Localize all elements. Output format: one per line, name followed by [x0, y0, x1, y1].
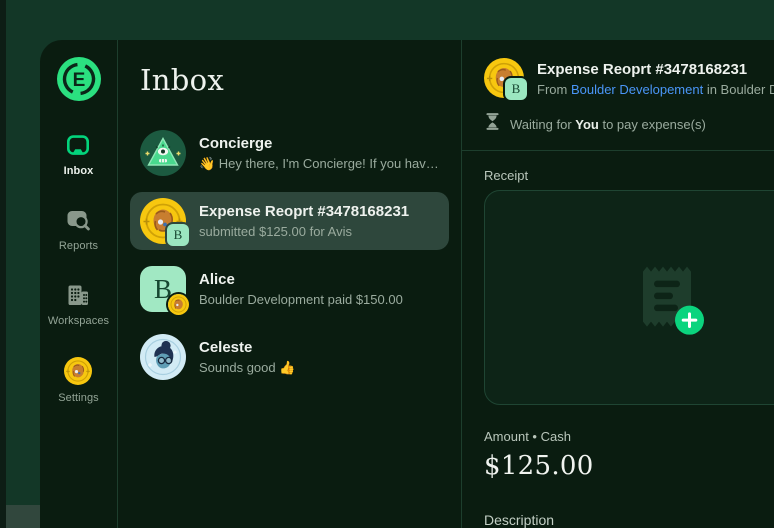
from-text: From	[537, 82, 571, 97]
receipt-icon	[642, 263, 704, 335]
sidebar-item-reports[interactable]: Reports	[59, 207, 98, 252]
alice-workspace-avatar: B	[140, 266, 189, 315]
chat-text: Celeste Sounds good 👍	[199, 338, 295, 377]
inbox-panel: Inbox Concierge 👋 Hey there, I'm Concier…	[118, 40, 462, 528]
in-text: in	[703, 82, 721, 97]
chat-row-concierge[interactable]: Concierge 👋 Hey there, I'm Concierge! If…	[130, 124, 449, 182]
sidebar-item-label: Inbox	[63, 165, 94, 177]
report-avatar: B	[484, 58, 527, 100]
chat-text: Expense Reoprt #3478168231 submitted $12…	[199, 202, 409, 241]
workspace-name-text: Boulder Developement	[720, 82, 774, 97]
receipt-label: Receipt	[484, 168, 529, 183]
chat-text: Alice Boulder Development paid $150.00	[199, 270, 403, 309]
status-prefix: Waiting for	[510, 116, 576, 132]
settings-avatar	[64, 357, 93, 385]
concierge-avatar	[140, 130, 186, 176]
sidebar-item-settings[interactable]: Settings	[58, 357, 99, 404]
sidebar-item-workspaces[interactable]: Workspaces	[48, 282, 109, 327]
chat-row-expense-report[interactable]: B Expense Reoprt #3478168231 submitted $…	[130, 192, 449, 250]
chat-preview: 👋 Hey there, I'm Concierge! If you hav…	[199, 155, 439, 171]
hourglass-icon	[486, 113, 499, 135]
report-header-text: Expense Reoprt #3478168231 From Boulder …	[537, 58, 774, 97]
report-subtitle: From Boulder Developement in Boulder Dev…	[537, 82, 774, 97]
sidebar: E Inbox Reports Workspaces Settings	[40, 40, 118, 528]
status-row: Waiting for You to pay expense(s)	[486, 113, 774, 135]
sidebar-item-inbox[interactable]: Inbox	[64, 132, 94, 177]
chat-preview: submitted $125.00 for Avis	[199, 223, 352, 239]
screen-left-edge	[0, 0, 6, 528]
status-suffix: to pay expense(s)	[598, 116, 706, 132]
boulder-b-badge: B	[505, 78, 527, 100]
reports-icon	[65, 207, 91, 233]
status-actor: You	[575, 116, 599, 132]
expensify-logo-icon: E	[56, 57, 101, 101]
amount-label: Amount • Cash	[484, 429, 571, 444]
status-text: Waiting for You to pay expense(s)	[510, 117, 706, 132]
chat-list: Concierge 👋 Hey there, I'm Concierge! If…	[130, 124, 449, 386]
amount-value: $125.00	[484, 451, 594, 481]
expensify-logo[interactable]: E	[56, 57, 101, 101]
report-header[interactable]: B Expense Reoprt #3478168231 From Boulde…	[462, 40, 774, 100]
chat-preview: Sounds good 👍	[199, 359, 296, 375]
expensify-app-window: E Inbox Reports Workspaces Settings Inbo…	[40, 40, 774, 528]
workspaces-icon	[65, 282, 91, 308]
report-detail-panel: B Expense Reoprt #3478168231 From Boulde…	[462, 40, 774, 528]
expense-coin-avatar: B	[140, 198, 189, 246]
description-field[interactable]: Description	[484, 512, 774, 528]
report-title: Expense Reoprt #3478168231	[537, 61, 748, 78]
sidebar-item-label: Reports	[58, 240, 99, 252]
chat-preview: Boulder Development paid $150.00	[199, 291, 403, 307]
backdrop-bottom-patch	[6, 505, 40, 528]
chat-name: Expense Reoprt #3478168231	[199, 202, 410, 220]
sidebar-item-label: Settings	[58, 392, 99, 404]
chat-name: Alice	[199, 270, 235, 288]
coin-badge	[168, 294, 189, 315]
sidebar-nav: Inbox Reports Workspaces Settings	[48, 132, 109, 434]
screenshot-root: E Inbox Reports Workspaces Settings Inbo…	[0, 0, 774, 528]
inbox-icon	[65, 132, 91, 158]
boulder-b-badge: B	[167, 224, 189, 246]
chat-name: Concierge	[199, 134, 273, 152]
add-receipt-button[interactable]	[674, 305, 704, 335]
chat-row-celeste[interactable]: Celeste Sounds good 👍	[130, 328, 449, 386]
svg-text:E: E	[72, 70, 85, 91]
plus-icon	[681, 311, 697, 328]
chat-text: Concierge 👋 Hey there, I'm Concierge! If…	[199, 134, 439, 173]
chat-name: Celeste	[199, 338, 253, 356]
amount-field[interactable]: Amount • Cash $125.00	[484, 428, 774, 481]
inbox-title: Inbox	[140, 63, 225, 97]
chat-row-alice[interactable]: B Alice Boulder Development paid $150.00	[130, 260, 449, 318]
receipt-dropzone[interactable]	[484, 190, 774, 405]
workspace-link[interactable]: Boulder Developement	[571, 82, 703, 97]
report-content: Receipt Amount • Cash $125.00 Descriptio…	[462, 151, 774, 528]
celeste-avatar	[140, 334, 186, 380]
sidebar-item-label: Workspaces	[47, 315, 110, 327]
